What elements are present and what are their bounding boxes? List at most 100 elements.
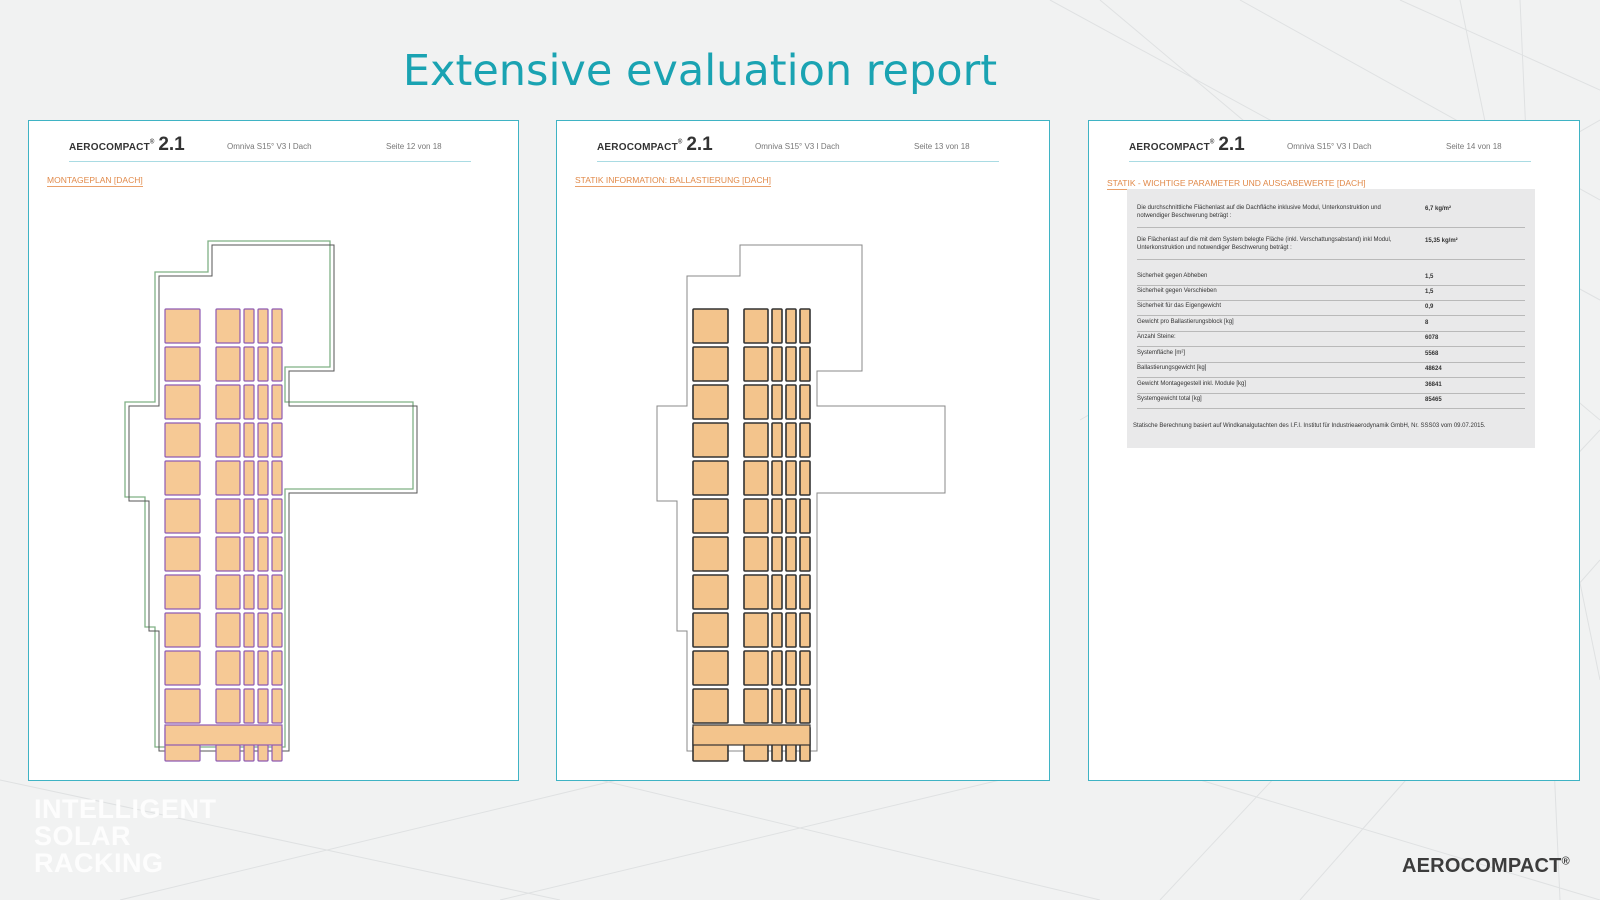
param-label: Gewicht pro Ballastierungsblock [kg] xyxy=(1137,319,1234,325)
param-value: 6,7 kg/m² xyxy=(1425,206,1452,212)
solar-module xyxy=(243,498,255,534)
logo-text: AEROCOMPACT xyxy=(1402,855,1562,877)
doc-brand-mark: ® xyxy=(1209,139,1215,146)
solar-module xyxy=(215,384,241,420)
solar-module xyxy=(164,688,201,724)
solar-module xyxy=(799,346,811,382)
parameter-table: Die durchschnittliche Flächenlast auf di… xyxy=(1127,189,1535,448)
param-label: Systemgewicht total [kg] xyxy=(1137,396,1202,402)
doc-header-brand: AEROCOMPACT® 2.1 xyxy=(1129,134,1245,156)
solar-module xyxy=(799,384,811,420)
solar-module xyxy=(692,650,729,686)
solar-module xyxy=(257,460,269,496)
solar-module xyxy=(692,422,729,458)
solar-module xyxy=(692,346,729,382)
param-label: Die durchschnittliche Flächenlast auf di… xyxy=(1137,205,1381,219)
solar-module xyxy=(785,498,797,534)
slide-title: Extensive evaluation report xyxy=(402,46,998,96)
solar-module xyxy=(164,498,201,534)
param-row: Gewicht Montagegestell inkl. Module [kg]… xyxy=(1137,379,1525,394)
solar-module xyxy=(243,688,255,724)
solar-module xyxy=(257,384,269,420)
report-page-ballastierung: AEROCOMPACT® 2.1 Omniva S15° V3 I Dach Se… xyxy=(556,120,1050,781)
solar-module xyxy=(257,308,269,344)
param-row: Systemgewicht total [kg] 85465 xyxy=(1137,394,1525,409)
solar-module xyxy=(164,612,201,648)
solar-module xyxy=(243,650,255,686)
solar-module xyxy=(271,688,283,724)
solar-module xyxy=(692,688,729,724)
solar-module xyxy=(164,384,201,420)
solar-module xyxy=(785,574,797,610)
solar-module xyxy=(164,308,201,344)
param-row: Sicherheit gegen Abheben 1,5 xyxy=(1137,271,1525,286)
doc-page-number: Seite 14 von 18 xyxy=(1446,142,1502,151)
solar-module xyxy=(771,422,783,458)
solar-module xyxy=(771,460,783,496)
solar-module xyxy=(785,460,797,496)
solar-module xyxy=(271,422,283,458)
solar-module xyxy=(771,650,783,686)
tagline: INTELLIGENT SOLAR RACKING xyxy=(34,796,217,877)
param-label: Sicherheit für das Eigengewicht xyxy=(1137,303,1222,309)
solar-module xyxy=(799,308,811,344)
solar-module xyxy=(771,384,783,420)
solar-module xyxy=(164,650,201,686)
param-value: 85465 xyxy=(1425,397,1442,403)
report-page-parameters: AEROCOMPACT® 2.1 Omniva S15° V3 I Dach Se… xyxy=(1088,120,1580,781)
solar-module xyxy=(271,498,283,534)
solar-module xyxy=(799,498,811,534)
solar-module xyxy=(243,422,255,458)
solar-module xyxy=(785,346,797,382)
solar-module xyxy=(799,612,811,648)
logo-mark: ® xyxy=(1561,855,1570,868)
solar-module xyxy=(243,612,255,648)
solar-module xyxy=(271,650,283,686)
param-row: Sicherheit gegen Verschieben 1,5 xyxy=(1137,286,1525,301)
solar-module xyxy=(743,384,769,420)
solar-module xyxy=(743,346,769,382)
solar-module xyxy=(243,536,255,572)
solar-module xyxy=(215,612,241,648)
param-row: Die durchschnittliche Flächenlast auf di… xyxy=(1137,203,1525,228)
solar-module xyxy=(215,498,241,534)
tagline-line: SOLAR xyxy=(34,821,131,851)
solar-module xyxy=(164,536,201,572)
solar-module xyxy=(243,346,255,382)
roof-mounting-plan xyxy=(124,240,418,762)
tagline-line: RACKING xyxy=(34,848,164,878)
solar-module xyxy=(271,384,283,420)
solar-module xyxy=(785,612,797,648)
param-row: Systemfläche [m²] 5568 xyxy=(1137,348,1525,363)
solar-module xyxy=(743,498,769,534)
param-label: Anzahl Steine: xyxy=(1137,334,1176,340)
param-row: Ballastierungsgewicht [kg] 48624 xyxy=(1137,363,1525,378)
solar-module xyxy=(785,384,797,420)
solar-module xyxy=(743,422,769,458)
solar-module xyxy=(257,422,269,458)
solar-module xyxy=(785,308,797,344)
doc-version: 2.1 xyxy=(1218,134,1245,155)
solar-module xyxy=(215,536,241,572)
param-row: Sicherheit für das Eigengewicht 0,9 xyxy=(1137,301,1525,316)
param-row: Anzahl Steine: 6078 xyxy=(1137,332,1525,347)
solar-module xyxy=(785,536,797,572)
solar-module xyxy=(271,536,283,572)
solar-module xyxy=(743,650,769,686)
solar-module xyxy=(692,460,729,496)
solar-module xyxy=(771,612,783,648)
solar-module xyxy=(215,574,241,610)
solar-module xyxy=(164,422,201,458)
solar-module xyxy=(692,612,729,648)
param-value: 6078 xyxy=(1425,335,1439,341)
param-value: 1,5 xyxy=(1425,289,1434,295)
solar-module xyxy=(271,612,283,648)
solar-module xyxy=(743,536,769,572)
param-label: Sicherheit gegen Abheben xyxy=(1137,273,1208,279)
solar-module xyxy=(215,460,241,496)
solar-module xyxy=(743,612,769,648)
param-label: Systemfläche [m²] xyxy=(1137,350,1186,356)
solar-module xyxy=(271,460,283,496)
solar-module xyxy=(799,422,811,458)
solar-module xyxy=(271,346,283,382)
